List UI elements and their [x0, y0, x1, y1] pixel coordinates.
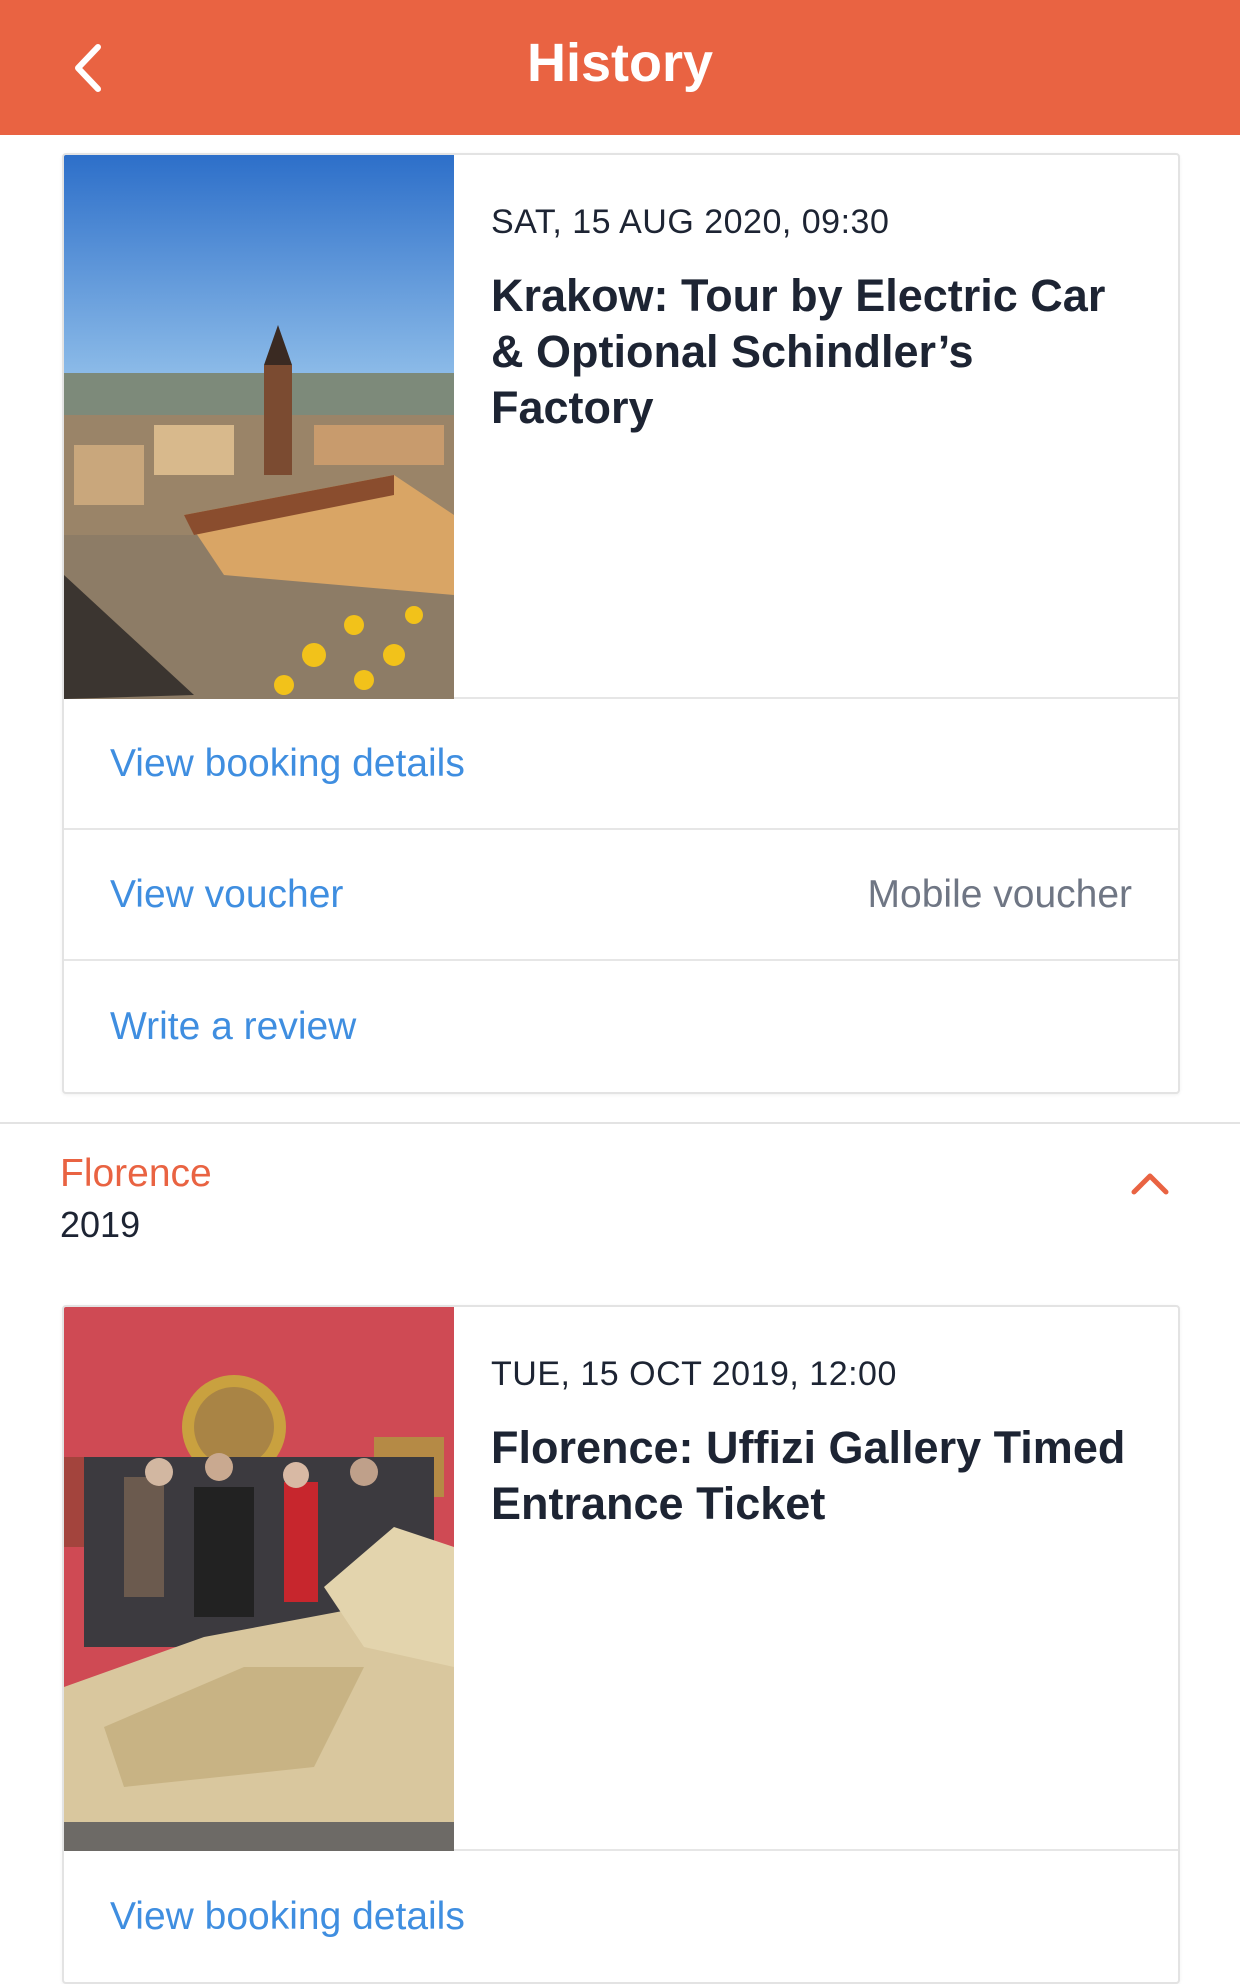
booking-date: SAT, 15 AUG 2020, 09:30 — [491, 203, 890, 241]
write-review-label: Write a review — [110, 1004, 357, 1048]
booking-card: SAT, 15 AUG 2020, 09:30 Krakow: Tour by … — [62, 153, 1180, 1094]
view-booking-details-label: View booking details — [110, 1894, 465, 1938]
booking-summary[interactable]: SAT, 15 AUG 2020, 09:30 Krakow: Tour by … — [64, 155, 1178, 699]
view-voucher-label: View voucher — [110, 872, 344, 916]
section-city: Florence — [60, 1152, 212, 1195]
booking-date: TUE, 15 OCT 2019, 12:00 — [491, 1355, 897, 1393]
booking-info: SAT, 15 AUG 2020, 09:30 Krakow: Tour by … — [491, 203, 1138, 436]
chevron-up-icon — [1131, 1173, 1169, 1195]
section-header-florence[interactable]: Florence 2019 — [0, 1124, 1240, 1274]
view-booking-details-button[interactable]: View booking details — [64, 1851, 1178, 1982]
view-booking-details-label: View booking details — [110, 741, 465, 785]
uffizi-gallery-sculpture-photo — [64, 1307, 454, 1851]
booking-title: Florence: Uffizi Gallery Timed Entrance … — [491, 1422, 1126, 1529]
krakow-market-square-photo — [64, 155, 454, 699]
booking-title: Krakow: Tour by Electric Car & Optional … — [491, 270, 1106, 433]
page-title: History — [526, 33, 714, 93]
app-header: History — [0, 0, 1240, 135]
booking-summary[interactable]: TUE, 15 OCT 2019, 12:00 Florence: Uffizi… — [64, 1307, 1178, 1851]
booking-info: TUE, 15 OCT 2019, 12:00 Florence: Uffizi… — [491, 1355, 1138, 1532]
voucher-type: Mobile voucher — [867, 872, 1132, 916]
booking-card: TUE, 15 OCT 2019, 12:00 Florence: Uffizi… — [62, 1305, 1180, 1984]
write-review-button[interactable]: Write a review — [64, 961, 1178, 1092]
view-booking-details-button[interactable]: View booking details — [64, 699, 1178, 830]
view-voucher-button[interactable]: View voucher Mobile voucher — [64, 830, 1178, 961]
section-year: 2019 — [60, 1204, 141, 1245]
